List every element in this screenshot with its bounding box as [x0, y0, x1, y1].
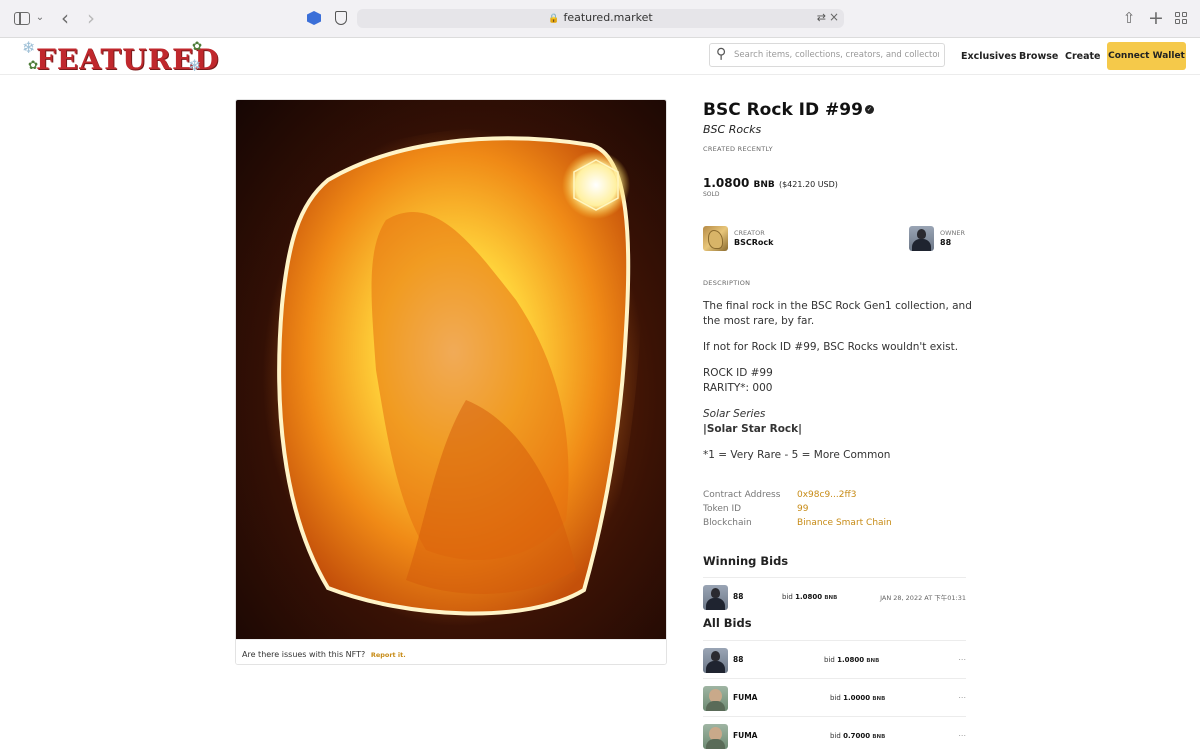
price-usd: ($421.20 USD)	[778, 180, 838, 189]
lock-icon: 🔒	[548, 14, 560, 24]
more-icon[interactable]: ...	[958, 653, 966, 662]
token-id-label: Token ID	[703, 504, 742, 514]
description-line: the most rare, by far.	[703, 315, 815, 327]
bidder-name: 88	[733, 655, 744, 664]
avatar	[703, 585, 728, 610]
collection-link[interactable]: BSC Rocks	[703, 123, 761, 136]
more-icon[interactable]: ...	[958, 729, 966, 738]
snowflake-icon: ❄	[188, 56, 202, 75]
browser-toolbar: ⌄ ‹ › 🔒 featured.market ⇄ × ⇧ +	[0, 0, 1200, 38]
address-bar[interactable]: 🔒 featured.market ⇄ ×	[357, 9, 844, 28]
sidebar-icon[interactable]	[14, 12, 30, 25]
site-header: ❄ ✿ FEATURED ✿ ❄ ⚲ Exclusives Browse Cre…	[0, 38, 1200, 76]
back-icon[interactable]: ‹	[58, 8, 72, 28]
nft-media-card: Are there issues with this NFT? Report i…	[235, 99, 667, 665]
owner-name: 88	[940, 238, 952, 247]
all-bids-title: All Bids	[703, 616, 752, 630]
extension-icon[interactable]	[307, 11, 321, 25]
nft-title: BSC Rock ID #99 ✓	[703, 100, 874, 120]
search-icon: ⚲	[716, 46, 727, 62]
logo[interactable]: ❄ ✿ FEATURED ✿ ❄	[20, 38, 219, 76]
avatar	[703, 686, 728, 711]
creator-name: BSCRock	[734, 238, 774, 247]
table-row[interactable]: 88 bid 1.0800 BNB ...	[703, 640, 966, 678]
table-row[interactable]: 88 bid 1.0800 BNB JAN 28, 2022 AT 下午01:3…	[703, 577, 966, 615]
description-line: *1 = Very Rare - 5 = More Common	[703, 449, 891, 461]
description-line: |Solar Star Rock|	[703, 423, 802, 435]
price-value: 1.0800	[703, 176, 750, 190]
avatar	[909, 226, 934, 251]
tabs-grid-icon[interactable]	[1175, 12, 1187, 24]
owner[interactable]: OWNER 88	[909, 226, 969, 251]
description-line: Solar Series	[703, 408, 766, 420]
nav-exclusives[interactable]: Exclusives	[961, 51, 1016, 62]
winning-bids-title: Winning Bids	[703, 554, 789, 568]
shield-icon[interactable]	[335, 11, 347, 25]
bid-amount: bid 0.7000 BNB	[830, 732, 886, 740]
bidder-name: 88	[733, 592, 744, 601]
share-icon[interactable]: ⇧	[1122, 9, 1136, 27]
snowflake-icon: ❄	[22, 38, 36, 57]
bidder-name: FUMA	[733, 731, 758, 740]
description-label: DESCRIPTION	[703, 279, 751, 287]
nav-browse[interactable]: Browse	[1019, 51, 1058, 62]
token-id-link[interactable]: 99	[797, 504, 808, 514]
description-line: ROCK ID #99	[703, 367, 773, 379]
creator[interactable]: CREATOR BSCRock	[703, 226, 823, 251]
url-text: featured.market	[563, 11, 653, 24]
price-unit: BNB	[753, 180, 775, 190]
contract-address-label: Contract Address	[703, 490, 781, 500]
created-label: CREATED RECENTLY	[703, 145, 773, 153]
blockchain-link[interactable]: Binance Smart Chain	[797, 518, 892, 528]
description-line: The final rock in the BSC Rock Gen1 coll…	[703, 300, 972, 312]
chevron-down-icon[interactable]: ⌄	[35, 9, 45, 27]
description-line: RARITY*: 000	[703, 382, 773, 394]
nav-create[interactable]: Create	[1065, 51, 1101, 62]
report-bar: Are there issues with this NFT? Report i…	[236, 639, 666, 664]
bid-amount: bid 1.0000 BNB	[830, 694, 886, 702]
search-input[interactable]	[734, 47, 939, 63]
leaf-icon: ✿	[192, 39, 203, 53]
status-label: SOLD	[703, 191, 720, 198]
more-icon[interactable]: ...	[958, 691, 966, 700]
close-icon[interactable]: ×	[829, 10, 839, 24]
report-link[interactable]: Report it.	[371, 651, 406, 659]
table-row[interactable]: FUMA bid 0.7000 BNB ...	[703, 716, 966, 754]
bid-amount: bid 1.0800 BNB	[782, 593, 838, 601]
bid-date: JAN 28, 2022 AT 下午01:31	[880, 594, 966, 602]
creator-label: CREATOR	[734, 229, 765, 237]
bid-amount: bid 1.0800 BNB	[824, 656, 880, 664]
issue-text: Are there issues with this NFT?	[242, 650, 366, 659]
table-row[interactable]: FUMA bid 1.0000 BNB ...	[703, 678, 966, 716]
verified-icon: ✓	[864, 105, 874, 114]
description-line: If not for Rock ID #99, BSC Rocks wouldn…	[703, 341, 959, 353]
avatar	[703, 648, 728, 673]
plus-icon[interactable]: +	[1148, 9, 1164, 28]
price: 1.0800 BNB ($421.20 USD)	[703, 176, 838, 190]
bidder-name: FUMA	[733, 693, 758, 702]
translate-icon[interactable]: ⇄	[817, 11, 826, 24]
connect-wallet-button[interactable]: Connect Wallet	[1107, 42, 1186, 70]
search-box[interactable]: ⚲	[709, 43, 945, 67]
nft-title-text: BSC Rock ID #99	[703, 100, 863, 120]
avatar	[703, 226, 728, 251]
contract-address-link[interactable]: 0x98c9...2ff3	[797, 490, 856, 500]
owner-label: OWNER	[940, 229, 966, 237]
nft-image[interactable]	[236, 100, 666, 639]
forward-icon[interactable]: ›	[84, 8, 98, 28]
blockchain-label: Blockchain	[703, 518, 752, 528]
avatar	[703, 724, 728, 749]
